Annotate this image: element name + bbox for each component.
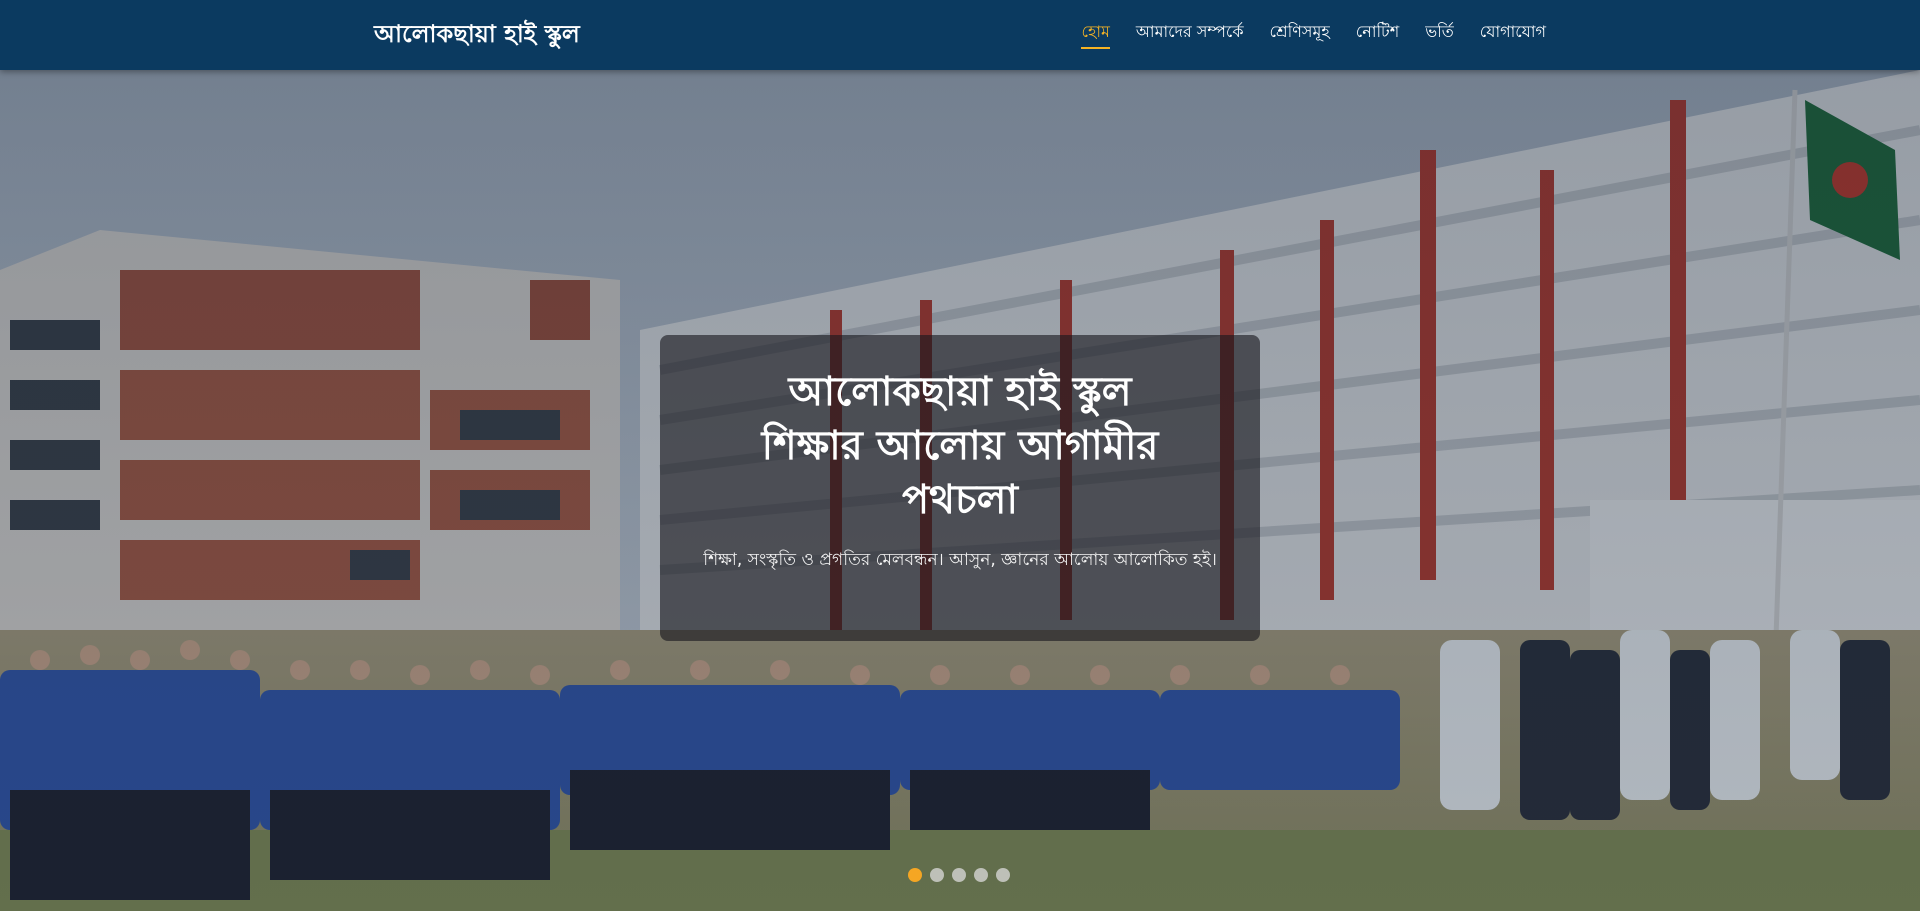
- nav-item-about[interactable]: আমাদের সম্পর্কে: [1136, 21, 1244, 49]
- carousel-dot-3[interactable]: [952, 868, 966, 882]
- carousel-dot-5[interactable]: [996, 868, 1010, 882]
- hero-subtitle: শিক্ষা, সংস্কৃতি ও প্রগতির মেলবন্ধন। আসু…: [703, 550, 1217, 570]
- nav-item-contact[interactable]: যোগাযোগ: [1480, 21, 1546, 49]
- main-nav: হোম আমাদের সম্পর্কে শ্রেণিসমূহ নোটিশ ভর্…: [1081, 0, 1546, 70]
- nav-item-home[interactable]: হোম: [1081, 21, 1111, 49]
- hero-carousel: আলোকছায়া হাই স্কুল শিক্ষার আলোয় আগামীর…: [0, 70, 1920, 911]
- nav-item-notice[interactable]: নোটিশ: [1356, 21, 1399, 49]
- carousel-dot-1[interactable]: [908, 868, 922, 882]
- hero-caption: আলোকছায়া হাই স্কুল শিক্ষার আলোয় আগামীর…: [660, 335, 1260, 641]
- hero-title-line2: শিক্ষার আলোয় আগামীর: [761, 423, 1159, 469]
- navbar: আলোকছায়া হাই স্কুল হোম আমাদের সম্পর্কে …: [0, 0, 1920, 70]
- carousel-indicators: [908, 868, 1010, 882]
- nav-item-classes[interactable]: শ্রেণিসমূহ: [1270, 21, 1330, 49]
- carousel-dot-4[interactable]: [974, 868, 988, 882]
- hero-title-line3: পথচলা: [901, 477, 1019, 523]
- hero-title-line1: আলোকছায়া হাই স্কুল: [788, 369, 1132, 415]
- carousel-dot-2[interactable]: [930, 868, 944, 882]
- nav-item-admission[interactable]: ভর্তি: [1425, 21, 1454, 49]
- brand-name[interactable]: আলোকছায়া হাই স্কুল: [374, 17, 580, 51]
